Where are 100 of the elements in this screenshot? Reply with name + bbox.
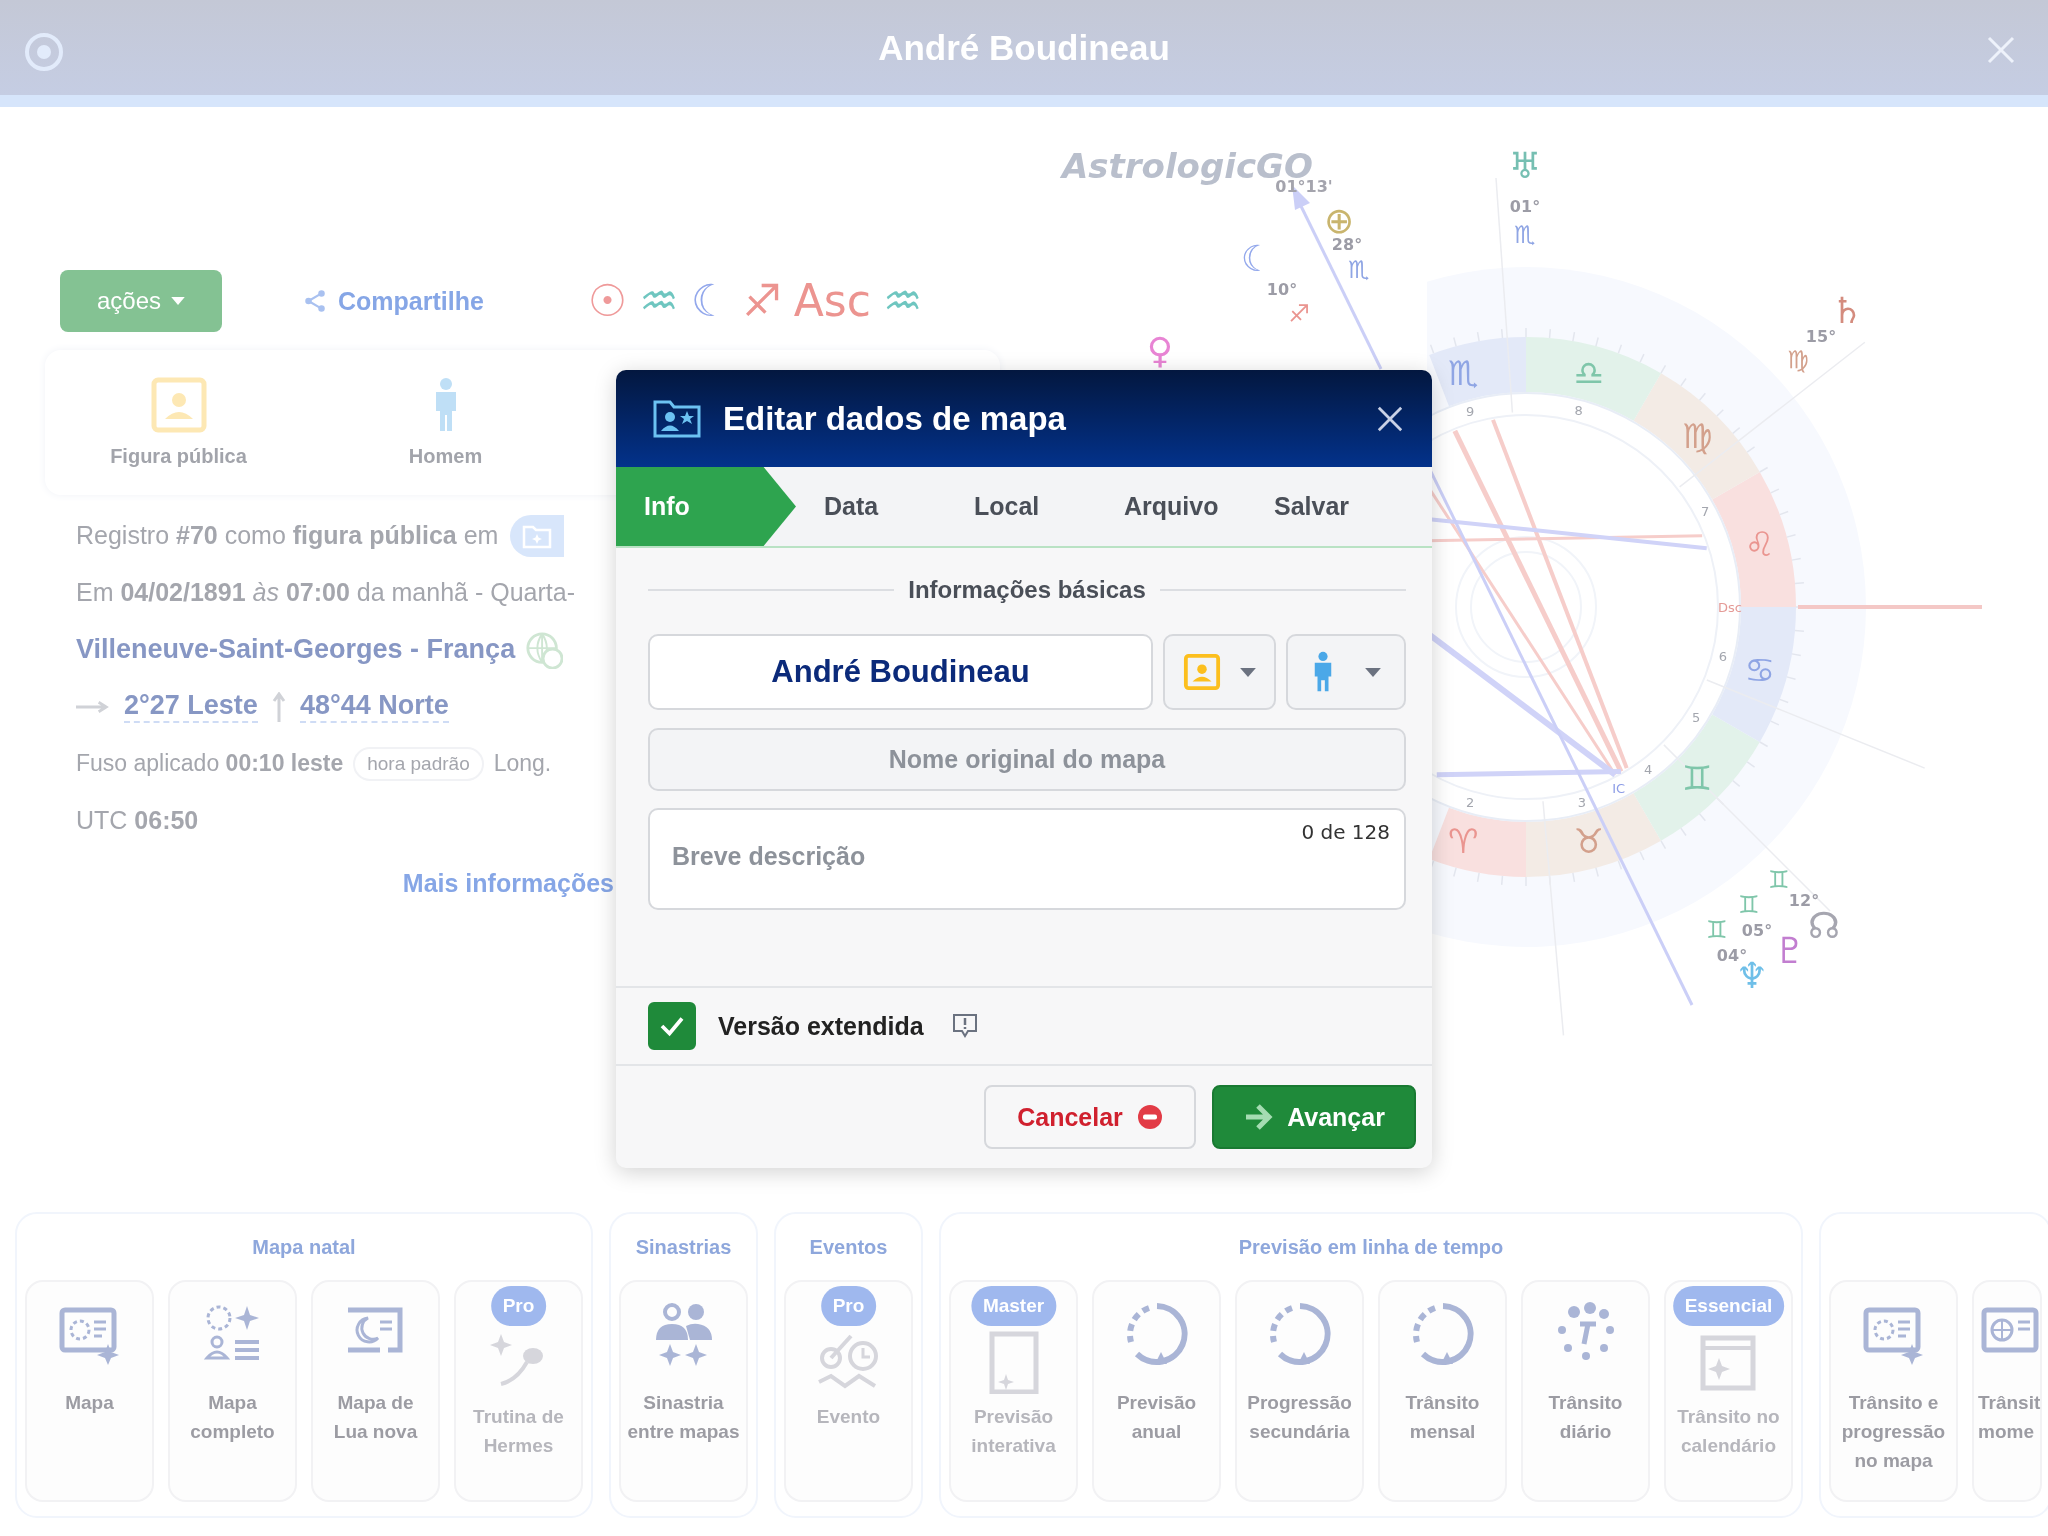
tool-label: Mapa completo: [189, 1391, 276, 1444]
placement-symbol: ♒: [639, 279, 679, 323]
tool-label: Evento: [815, 1405, 882, 1429]
tool-label: Trutina de Hermes: [472, 1405, 565, 1458]
cycle-arrow-icon: [1124, 1302, 1189, 1366]
utc-text: UTC 06:50: [76, 806, 199, 835]
info-comment-icon[interactable]: [951, 1013, 978, 1039]
caret-icon: [171, 296, 185, 306]
section-title: Informações básicas: [908, 576, 1146, 604]
original-name-field[interactable]: Nome original do mapa: [648, 728, 1406, 791]
tool-card[interactable]: Trânsito e progressão no mapa: [1829, 1280, 1958, 1502]
tool-card[interactable]: Trânsito diário: [1521, 1280, 1650, 1502]
place-link[interactable]: Villeneuve-Saint-Georges - França: [76, 634, 516, 665]
group-title: Eventos: [809, 1235, 888, 1259]
tool-label: Trânsito diário: [1547, 1391, 1624, 1444]
zodiac-sign-symbol: ♊: [1681, 758, 1713, 799]
cycle-arrow-icon: [1410, 1302, 1475, 1366]
group-title: Sinastrias: [635, 1235, 732, 1259]
longitude-text: Long.: [493, 750, 552, 777]
group-title: Previsão em linha de tempo: [1238, 1235, 1504, 1259]
dialog-title: Editar dados de mapa: [723, 399, 1067, 438]
house-number: 9: [1465, 404, 1475, 420]
step-tab[interactable]: Arquivo: [1096, 467, 1246, 546]
folder-badge[interactable]: [510, 514, 565, 557]
degree-label: 04°: [1716, 945, 1748, 965]
step-tab[interactable]: Data: [796, 467, 946, 546]
close-icon[interactable]: [1376, 404, 1404, 433]
degree-label: 05°: [1741, 920, 1773, 940]
profile-label: Homem: [408, 445, 483, 468]
house-number: 3: [1577, 794, 1587, 810]
house-number: 2: [1465, 794, 1475, 810]
sign-symbol: ♍: [1787, 346, 1809, 374]
profile-label: Figura pública: [110, 445, 247, 468]
latitude-value[interactable]: 48°44 Norte: [299, 690, 449, 723]
zodiac-sign-symbol: ♉: [1573, 820, 1604, 861]
zodiac-sign-symbol: ♈: [1448, 820, 1479, 861]
placement-symbol: Asc: [793, 279, 871, 323]
extended-checkbox[interactable]: [648, 1002, 696, 1050]
placement-symbol: ☾: [690, 279, 731, 323]
zodiac-sign-symbol: ♎: [1573, 353, 1604, 394]
plan-badge: Essencial: [1672, 1286, 1785, 1326]
tool-label: Trânsito e progressão no mapa: [1840, 1391, 1947, 1473]
house-number: 6: [1718, 648, 1728, 664]
tool-card[interactable]: Trânsit mome: [1972, 1280, 2042, 1502]
tool-label: Previsão interativa: [970, 1405, 1057, 1458]
placement-symbol: ☉: [587, 279, 628, 323]
globe-icon[interactable]: [525, 630, 564, 669]
step-tab[interactable]: Salvar: [1246, 467, 1396, 546]
caret-icon: [1364, 667, 1381, 677]
tool-label: Mapa de Lua nova: [332, 1391, 419, 1444]
minus-circle-icon: [1136, 1104, 1163, 1130]
extended-label: Versão extendida: [718, 1011, 924, 1041]
record-text: Registro #70 como figura pública em: [76, 521, 499, 550]
tool-card[interactable]: Mapa de Lua nova: [311, 1280, 440, 1502]
tool-card[interactable]: Trânsito mensal: [1378, 1280, 1507, 1502]
house-number: 5: [1692, 710, 1701, 726]
house-number: 8: [1574, 403, 1583, 419]
sign-symbol: ♐: [1288, 300, 1310, 328]
target-icon[interactable]: [24, 32, 64, 72]
tool-card[interactable]: Progressão secundária: [1235, 1280, 1364, 1502]
type-dropdown[interactable]: [1163, 634, 1276, 710]
portrait-icon: [1182, 653, 1221, 691]
step-tab[interactable]: Info: [616, 467, 796, 546]
tool-card[interactable]: Previsão anual: [1092, 1280, 1221, 1502]
sign-symbol: ♏: [1348, 256, 1370, 284]
tool-label: Trânsito no calendário: [1676, 1405, 1781, 1458]
caret-icon: [1240, 667, 1257, 677]
group-title: Mapa natal: [252, 1235, 356, 1259]
tool-label: Previsão anual: [1115, 1391, 1198, 1444]
zodiac-sign-symbol: ♍: [1681, 415, 1713, 456]
tool-card[interactable]: Mapa completo: [168, 1280, 297, 1502]
tool-label: Trânsito mensal: [1404, 1391, 1481, 1444]
share-icon: [302, 288, 328, 314]
placement-symbol: ♒: [882, 279, 923, 323]
window-title: André Boudineau: [878, 27, 1170, 68]
tool-card[interactable]: Sinastria entre mapas: [619, 1280, 748, 1502]
actions-button[interactable]: ações: [60, 270, 222, 332]
next-button[interactable]: Avançar: [1212, 1085, 1416, 1149]
sign-symbol: ♊: [1706, 916, 1728, 944]
arrow-right-icon: [76, 699, 110, 714]
name-field[interactable]: André Boudineau: [648, 634, 1153, 710]
step-tab[interactable]: Local: [946, 467, 1096, 546]
cycle-arrow-icon: [1267, 1302, 1332, 1366]
more-info-link[interactable]: Mais informações: [402, 869, 614, 898]
sign-symbol: ♏: [1514, 221, 1536, 249]
longitude-value[interactable]: 2°27 Leste: [124, 690, 258, 723]
angle-label: IC: [1612, 781, 1626, 797]
plan-badge: Pro: [490, 1286, 547, 1326]
house-number: 7: [1701, 504, 1710, 520]
timezone-text: Fuso aplicado 00:10 leste: [76, 750, 344, 777]
planet-symbol: ♇: [1773, 929, 1807, 971]
planet-symbol: ☾: [1240, 237, 1274, 279]
sign-symbol: ♊: [1768, 866, 1790, 894]
datetime-text: Em 04/02/1891 às 07:00 da manhã - Quarta-: [76, 578, 575, 607]
gender-dropdown[interactable]: [1286, 634, 1406, 710]
plan-badge: Master: [970, 1286, 1057, 1326]
share-link[interactable]: Compartilhe: [302, 286, 484, 316]
arrow-right-icon: [1243, 1102, 1274, 1132]
cancel-button[interactable]: Cancelar: [984, 1085, 1196, 1149]
tool-card[interactable]: Mapa: [25, 1280, 154, 1502]
